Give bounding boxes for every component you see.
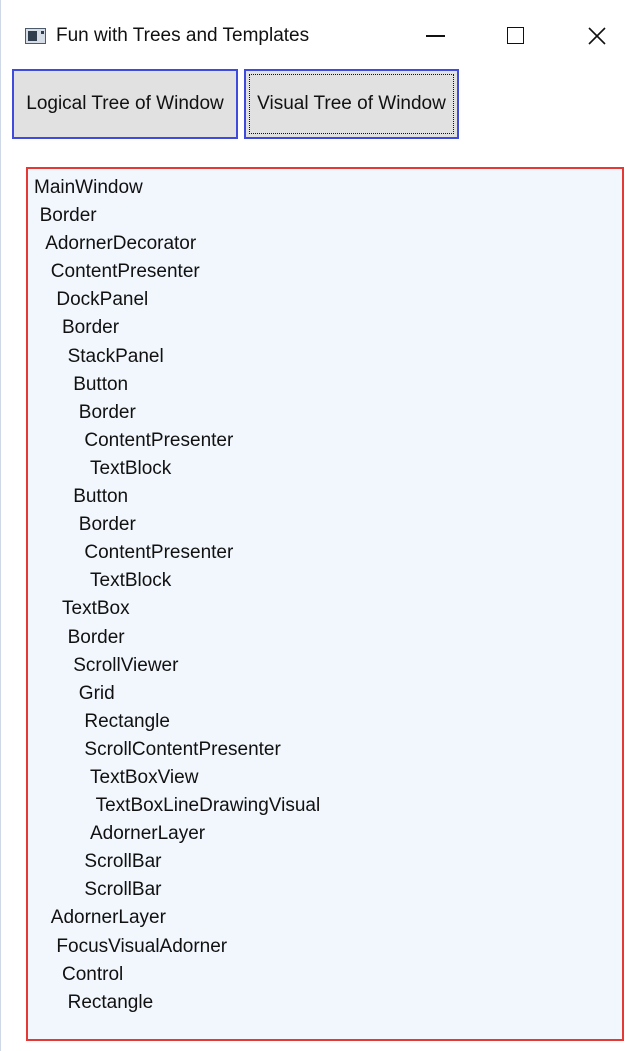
- minimize-button[interactable]: [405, 12, 465, 58]
- maximize-icon: [507, 27, 524, 44]
- tree-list: MainWindow Border AdornerDecorator ContentP…: [34, 174, 320, 1017]
- tree-item: Border: [78, 514, 136, 536]
- main-window: Fun with Trees and Templates Logical Tre…: [0, 0, 629, 1051]
- window-title: Fun with Trees and Templates: [56, 25, 310, 46]
- tree-item: ContentPresenter: [50, 261, 200, 283]
- tree-item: TextBox: [62, 598, 130, 620]
- tree-item: Button: [73, 486, 129, 508]
- close-button[interactable]: [567, 12, 627, 58]
- tree-item: ScrollViewer: [73, 654, 179, 676]
- tree-item: Button: [73, 373, 129, 395]
- tree-item: Border: [39, 205, 97, 227]
- tree-item: Border: [62, 317, 120, 339]
- minimize-icon: [426, 35, 445, 37]
- tree-item: ContentPresenter: [84, 429, 234, 451]
- tree-item: AdornerLayer: [90, 823, 206, 845]
- tree-item: ScrollBar: [84, 879, 162, 901]
- tree-item: AdornerDecorator: [45, 233, 197, 255]
- tree-item: Border: [78, 401, 136, 423]
- tree-item: FocusVisualAdorner: [56, 935, 228, 957]
- maximize-button[interactable]: [485, 12, 545, 58]
- tree-item: Border: [67, 626, 125, 648]
- tree-item: TextBoxView: [90, 766, 199, 788]
- visual-tree-button[interactable]: Visual Tree of Window: [244, 69, 459, 139]
- tree-output-panel[interactable]: MainWindow Border AdornerDecorator ContentP…: [26, 167, 624, 1041]
- close-icon: [588, 27, 606, 45]
- tree-item: MainWindow: [34, 177, 143, 198]
- title-bar[interactable]: Fun with Trees and Templates: [1, 0, 629, 68]
- visual-tree-button-label: Visual Tree of Window: [257, 93, 446, 114]
- tree-item: TextBoxLineDrawingVisual: [95, 795, 321, 817]
- app-window-icon: [25, 28, 46, 44]
- tree-item: StackPanel: [67, 345, 164, 367]
- tree-item: Rectangle: [67, 991, 154, 1013]
- tree-item: DockPanel: [56, 289, 149, 311]
- tree-item: Grid: [78, 682, 115, 704]
- tree-item: ScrollContentPresenter: [84, 738, 281, 760]
- tree-item: TextBlock: [90, 457, 172, 479]
- tree-item: AdornerLayer: [50, 907, 166, 929]
- tree-item: Rectangle: [84, 710, 170, 732]
- logical-tree-button[interactable]: Logical Tree of Window: [12, 69, 238, 139]
- tree-item: ScrollBar: [84, 851, 162, 873]
- tree-item: ContentPresenter: [84, 542, 234, 564]
- tree-item: TextBlock: [90, 570, 172, 592]
- tree-item: Control: [62, 963, 124, 985]
